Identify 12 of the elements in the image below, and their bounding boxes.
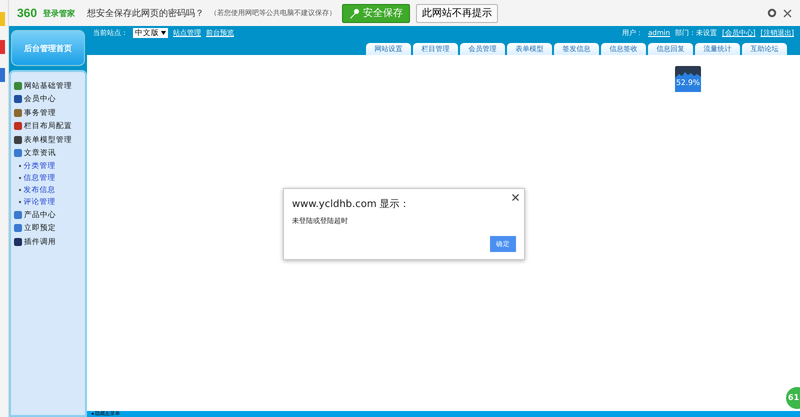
save-question: 想安全保存此网页的密码吗？ <box>87 8 204 20</box>
key-icon <box>349 8 360 18</box>
brand-logo: 360 <box>17 6 38 20</box>
save-button[interactable]: 安全保存 <box>342 4 410 22</box>
settings-icon[interactable] <box>767 8 777 18</box>
never-button[interactable]: 此网站不再提示 <box>416 4 498 22</box>
brand-name: 登录管家 <box>43 8 76 18</box>
dialog-title: www.ycldhb.com 显示： <box>292 198 410 211</box>
usage-graph-drawing <box>675 66 701 92</box>
caret-icon <box>161 31 166 35</box>
close-icon[interactable] <box>783 8 792 18</box>
close-icon[interactable] <box>512 194 519 201</box>
